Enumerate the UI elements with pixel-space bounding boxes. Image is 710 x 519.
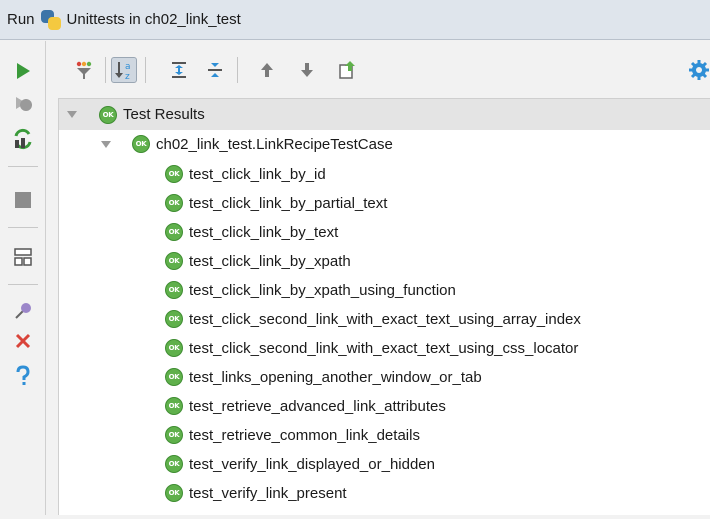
test-row[interactable]: OK test_verify_link_displayed_or_hidden (165, 450, 435, 478)
close-button[interactable] (11, 329, 35, 353)
ok-status-icon: OK (165, 455, 183, 473)
export-icon (339, 61, 355, 79)
help-icon (16, 365, 30, 385)
run-tool-window-header: Run Unittests in ch02_link_test (0, 0, 710, 40)
svg-text:a: a (125, 62, 131, 72)
run-config-title[interactable]: Unittests in ch02_link_test (67, 11, 241, 28)
settings-icon (689, 60, 709, 80)
test-name: test_click_link_by_partial_text (189, 194, 388, 212)
ok-status-icon: OK (165, 368, 183, 386)
ok-status-icon: OK (165, 194, 183, 212)
help-button[interactable] (11, 364, 35, 388)
test-row[interactable]: OK test_click_second_link_with_exact_text… (165, 334, 578, 362)
test-suite-row[interactable]: OK ch02_link_test.LinkRecipeTestCase (59, 130, 393, 158)
tree-root-label: Test Results (123, 106, 205, 123)
ok-status-icon: OK (165, 281, 183, 299)
test-name: test_links_opening_another_window_or_tab (189, 368, 482, 386)
previous-failed-button[interactable] (254, 57, 280, 83)
test-row[interactable]: OK test_click_second_link_with_exact_text… (165, 305, 581, 333)
test-row[interactable]: OK test_click_link_by_text (165, 218, 338, 246)
rerun-button[interactable] (11, 59, 35, 83)
layout-icon (14, 248, 32, 266)
previous-icon (261, 63, 273, 77)
show-passed-icon (76, 61, 92, 79)
layout-button[interactable] (11, 245, 35, 269)
ok-status-icon: OK (165, 165, 183, 183)
ok-status-icon: OK (165, 339, 183, 357)
show-passed-button[interactable] (71, 57, 97, 83)
test-name: test_verify_link_present (189, 484, 347, 502)
test-suite-label: ch02_link_test.LinkRecipeTestCase (156, 135, 393, 153)
ok-status-icon: OK (165, 484, 183, 502)
expand-all-icon (172, 62, 186, 78)
test-runner-toolbar: a z (58, 41, 710, 99)
test-name: test_retrieve_common_link_details (189, 426, 420, 444)
test-row[interactable]: OK test_verify_link_present (165, 479, 347, 507)
ok-status-icon: OK (132, 135, 150, 153)
test-row[interactable]: OK test_click_link_by_xpath (165, 247, 351, 275)
next-failed-button[interactable] (294, 57, 320, 83)
svg-text:z: z (125, 72, 130, 81)
rerun-failed-icon (14, 128, 32, 150)
stop-rerun-button[interactable] (11, 92, 35, 116)
close-icon (15, 333, 31, 349)
collapse-all-button[interactable] (202, 57, 228, 83)
left-toolbar (0, 41, 46, 519)
test-name: test_click_link_by_text (189, 223, 339, 241)
test-name: test_click_second_link_with_exact_text_u… (189, 339, 579, 357)
test-row[interactable]: OK test_click_link_by_partial_text (165, 189, 387, 217)
ok-status-icon: OK (165, 223, 183, 241)
test-name: test_click_second_link_with_exact_text_u… (189, 310, 581, 328)
test-row[interactable]: OK test_click_link_by_id (165, 160, 326, 188)
test-name: test_click_link_by_id (189, 165, 326, 183)
tree-root-row[interactable]: OK Test Results (59, 99, 710, 130)
test-name: test_click_link_by_xpath_using_function (189, 281, 456, 299)
sort-alphabetically-button[interactable]: a z (111, 57, 137, 83)
test-results-tree: OK Test Results OK ch02_link_test.LinkRe… (58, 99, 710, 515)
ok-status-icon: OK (165, 252, 183, 270)
python-icon (40, 9, 61, 30)
bottom-edge (0, 515, 710, 519)
ok-status-icon: OK (165, 310, 183, 328)
settings-button[interactable] (686, 57, 710, 83)
rerun-icon (17, 63, 30, 79)
rerun-failed-button[interactable] (11, 127, 35, 151)
test-row[interactable]: OK test_links_opening_another_window_or_t… (165, 363, 482, 391)
collapse-arrow-icon[interactable] (101, 140, 111, 148)
collapse-all-icon (208, 63, 222, 77)
stop-rerun-icon (16, 97, 32, 111)
stop-icon (15, 192, 31, 208)
test-name: test_verify_link_displayed_or_hidden (189, 455, 435, 473)
pin-button[interactable] (11, 299, 35, 323)
ok-status-icon: OK (99, 105, 117, 124)
test-name: test_click_link_by_xpath (189, 252, 351, 270)
stop-button[interactable] (11, 188, 35, 212)
collapse-arrow-icon[interactable] (67, 111, 77, 118)
next-icon (301, 63, 313, 77)
test-row[interactable]: OK test_retrieve_advanced_link_attributes (165, 392, 446, 420)
test-name: test_retrieve_advanced_link_attributes (189, 397, 446, 415)
ok-status-icon: OK (165, 397, 183, 415)
run-label: Run (7, 11, 35, 28)
test-row[interactable]: OK test_retrieve_common_link_details (165, 421, 420, 449)
sort-alpha-icon: a z (115, 62, 131, 81)
export-results-button[interactable] (334, 57, 360, 83)
ok-status-icon: OK (165, 426, 183, 444)
expand-all-button[interactable] (166, 57, 192, 83)
pin-icon (15, 303, 31, 319)
test-row[interactable]: OK test_click_link_by_xpath_using_functio… (165, 276, 456, 304)
